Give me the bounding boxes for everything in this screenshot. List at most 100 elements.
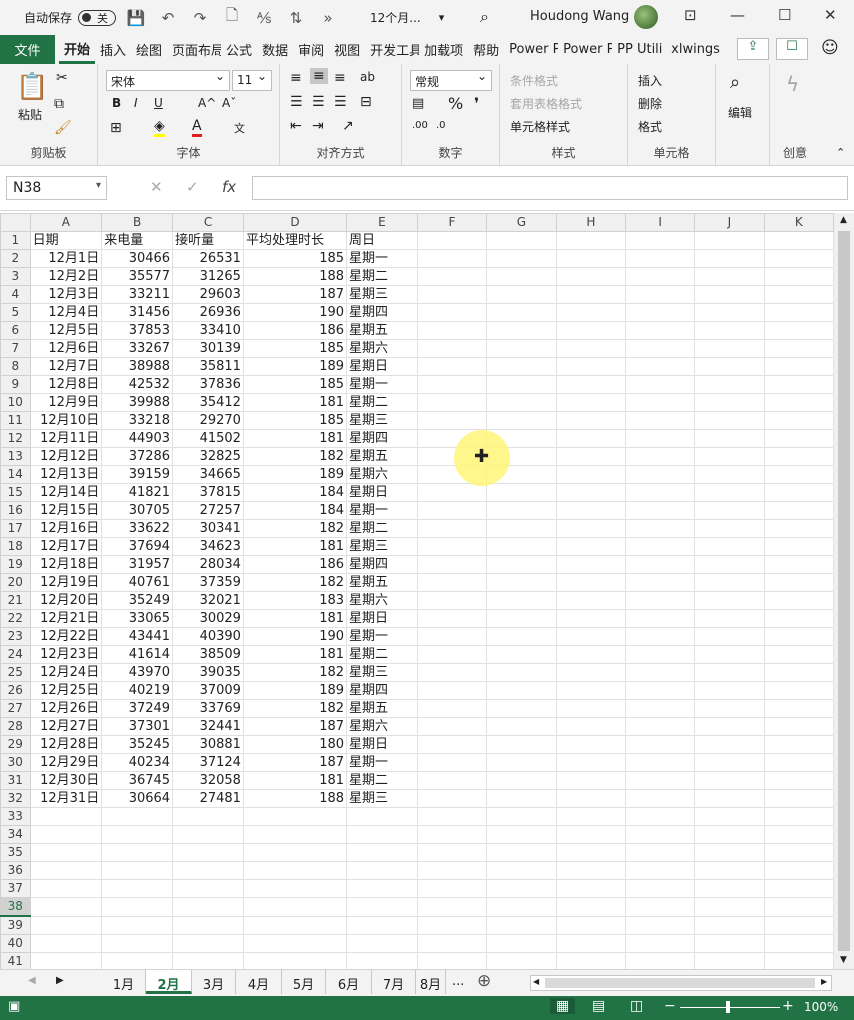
cell[interactable]: 29270 (172, 411, 244, 430)
cell[interactable] (486, 231, 557, 250)
cell[interactable] (625, 357, 696, 376)
row-header[interactable]: 34 (0, 825, 31, 844)
cell[interactable] (416, 879, 488, 898)
cell[interactable] (172, 915, 244, 935)
cell[interactable] (625, 879, 696, 898)
cell[interactable] (555, 915, 627, 935)
worksheet-grid[interactable]: ABCDEFGHIJK 1 日期 来电量 接听量 平均处理时长 周日 2 12月1日 30466… (0, 213, 834, 969)
more-sheets[interactable]: ... (452, 974, 464, 989)
cell[interactable]: 184 (242, 501, 348, 520)
cell[interactable]: 星期三 (346, 285, 418, 304)
cell[interactable] (625, 483, 696, 502)
cell[interactable]: 12月2日 (29, 267, 103, 286)
cell[interactable] (625, 285, 696, 304)
cell[interactable]: 周日 (346, 231, 418, 250)
cell[interactable]: 182 (242, 519, 348, 538)
cell[interactable]: 31456 (101, 303, 174, 322)
scroll-down-icon[interactable]: ▼ (840, 955, 847, 965)
cell[interactable]: 12月26日 (29, 699, 103, 718)
cell[interactable] (486, 249, 557, 268)
cell[interactable]: 12月12日 (29, 447, 103, 466)
chevron-down-icon[interactable]: ▾ (439, 11, 445, 24)
cell[interactable]: 星期二 (346, 771, 418, 790)
cell[interactable] (416, 735, 488, 754)
cell[interactable] (486, 339, 557, 358)
cell[interactable] (694, 735, 765, 754)
cell[interactable] (101, 915, 174, 935)
sheet-tab[interactable]: 6月 (326, 970, 372, 994)
cell[interactable]: 185 (242, 249, 348, 268)
row-header[interactable]: 1 (0, 231, 31, 250)
cell[interactable]: 星期三 (346, 411, 418, 430)
cell[interactable] (555, 663, 627, 682)
tab-developer[interactable]: 开发工具 (365, 35, 419, 64)
cell[interactable]: 35249 (101, 591, 174, 610)
cell[interactable] (694, 483, 765, 502)
cell[interactable] (694, 357, 765, 376)
cell[interactable] (625, 537, 696, 556)
cell[interactable]: 星期日 (346, 357, 418, 376)
row-header[interactable]: 7 (0, 339, 31, 358)
cell[interactable]: 12月24日 (29, 663, 103, 682)
cell[interactable] (763, 393, 834, 412)
row-header[interactable]: 40 (0, 934, 31, 953)
row-header[interactable]: 12 (0, 429, 31, 448)
cell[interactable] (694, 663, 765, 682)
cell[interactable]: 12月23日 (29, 645, 103, 664)
cell[interactable]: 33211 (101, 285, 174, 304)
row-header[interactable]: 13 (0, 447, 31, 466)
vertical-scroll-thumb[interactable] (838, 231, 850, 951)
cell[interactable] (763, 934, 834, 953)
page-layout-view-icon[interactable]: ▤ (592, 998, 605, 1014)
document-title[interactable]: 12个月... (370, 9, 421, 26)
cell[interactable]: 44903 (101, 429, 174, 448)
cell[interactable] (486, 735, 557, 754)
cell[interactable] (416, 267, 488, 286)
row-header[interactable]: 6 (0, 321, 31, 340)
cell[interactable]: 星期六 (346, 717, 418, 736)
cell[interactable] (763, 285, 834, 304)
cell[interactable]: 186 (242, 321, 348, 340)
cell[interactable] (763, 501, 834, 520)
cell[interactable]: 星期六 (346, 465, 418, 484)
cell[interactable] (486, 609, 557, 628)
cell[interactable] (555, 447, 627, 466)
cell[interactable] (555, 267, 627, 286)
enter-icon[interactable]: ✓ (186, 178, 199, 196)
cell[interactable] (416, 411, 488, 430)
cell[interactable]: 181 (242, 771, 348, 790)
cell[interactable] (694, 411, 765, 430)
cell[interactable] (555, 321, 627, 340)
cell[interactable]: 星期一 (346, 249, 418, 268)
cell[interactable]: 26531 (172, 249, 244, 268)
align-center-icon[interactable]: ☰ (312, 94, 325, 110)
cell[interactable] (625, 465, 696, 484)
column-header-b[interactable]: B (101, 213, 174, 232)
row-header[interactable]: 39 (0, 915, 31, 935)
cell[interactable] (763, 375, 834, 394)
cell[interactable]: 29603 (172, 285, 244, 304)
cell[interactable]: 40234 (101, 753, 174, 772)
cell[interactable] (486, 897, 557, 917)
cell[interactable]: 42532 (101, 375, 174, 394)
cell[interactable]: 12月27日 (29, 717, 103, 736)
cell[interactable] (29, 915, 103, 935)
cell[interactable] (763, 321, 834, 340)
cell[interactable] (694, 681, 765, 700)
cell[interactable] (625, 825, 696, 844)
cell[interactable] (763, 357, 834, 376)
cell[interactable] (763, 609, 834, 628)
cell[interactable]: 28034 (172, 555, 244, 574)
column-header-h[interactable]: H (555, 213, 627, 232)
cell[interactable]: 190 (242, 627, 348, 646)
cell[interactable] (763, 249, 834, 268)
sheet-tab[interactable]: 5月 (282, 970, 326, 994)
sheet-tab[interactable]: 1月 (102, 970, 146, 994)
cell[interactable] (416, 789, 488, 808)
cell[interactable] (763, 717, 834, 736)
cell[interactable]: 12月10日 (29, 411, 103, 430)
cell[interactable] (694, 807, 765, 826)
cell[interactable]: 37009 (172, 681, 244, 700)
cell[interactable] (694, 303, 765, 322)
cell[interactable]: 182 (242, 447, 348, 466)
